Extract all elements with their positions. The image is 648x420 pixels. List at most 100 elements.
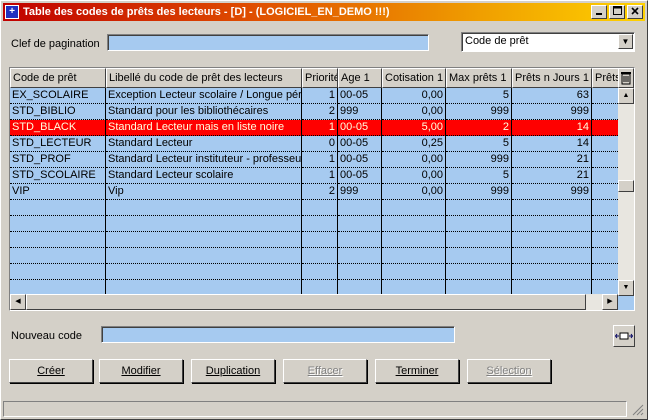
table-cell[interactable]: Exception Lecteur scolaire / Longue pér	[106, 88, 302, 104]
table-row[interactable]	[10, 264, 624, 280]
table-cell[interactable]	[10, 248, 106, 264]
table-cell[interactable]	[446, 248, 512, 264]
new-code-input[interactable]	[101, 326, 455, 343]
table-cell[interactable]	[382, 200, 446, 216]
table-cell[interactable]	[106, 200, 302, 216]
column-header[interactable]: Cotisation 1	[382, 68, 446, 88]
table-row[interactable]: EX_SCOLAIRE Exception Lecteur scolaire / …	[10, 88, 624, 104]
table-row[interactable]: STD_LECTEUR Standard Lecteur 0 00-05 0,25 5 14	[10, 136, 624, 152]
table-cell[interactable]: 0,00	[382, 88, 446, 104]
table-cell[interactable]	[382, 216, 446, 232]
table-cell[interactable]: 1	[302, 88, 338, 104]
table-row[interactable]: STD_BLACK Standard Lecteur mais en liste …	[10, 120, 624, 136]
table-cell[interactable]	[10, 264, 106, 280]
table-cell[interactable]	[512, 200, 592, 216]
table-cell[interactable]	[382, 264, 446, 280]
table-row[interactable]: STD_PROF Standard Lecteur instituteur - p…	[10, 152, 624, 168]
table-cell[interactable]: 5	[446, 168, 512, 184]
table-cell[interactable]	[446, 264, 512, 280]
table-cell[interactable]: 0,00	[382, 104, 446, 120]
table-cell[interactable]: 14	[512, 120, 592, 136]
table-cell[interactable]	[302, 216, 338, 232]
table-cell[interactable]: 21	[512, 168, 592, 184]
table-cell[interactable]	[382, 232, 446, 248]
table-cell[interactable]: 1	[302, 168, 338, 184]
table-cell[interactable]: Standard pour les bibliothécaires	[106, 104, 302, 120]
table-cell[interactable]: 00-05	[338, 168, 382, 184]
table-cell[interactable]	[446, 216, 512, 232]
table-cell[interactable]	[338, 248, 382, 264]
pagination-input[interactable]	[107, 34, 429, 51]
table-cell[interactable]: 0,00	[382, 184, 446, 200]
modify-button[interactable]: Modifier	[99, 359, 183, 383]
table-cell[interactable]: 00-05	[338, 152, 382, 168]
table-cell[interactable]: 999	[338, 184, 382, 200]
table-cell[interactable]: 14	[512, 136, 592, 152]
app-icon[interactable]: +	[5, 5, 19, 19]
vertical-scrollbar[interactable]: ▲ ▼	[618, 88, 634, 296]
table-row[interactable]	[10, 200, 624, 216]
table-cell[interactable]: 2	[302, 104, 338, 120]
table-cell[interactable]	[338, 264, 382, 280]
scroll-down-button[interactable]: ▼	[618, 280, 634, 296]
delete-button[interactable]: Effacer	[283, 359, 367, 383]
table-cell[interactable]	[338, 200, 382, 216]
table-cell[interactable]: 999	[446, 152, 512, 168]
table-cell[interactable]	[10, 216, 106, 232]
table-cell[interactable]: Standard Lecteur scolaire	[106, 168, 302, 184]
table-cell[interactable]: 2	[446, 120, 512, 136]
table-cell[interactable]	[10, 232, 106, 248]
chevron-down-icon[interactable]: ▼	[618, 34, 633, 49]
table-cell[interactable]	[106, 216, 302, 232]
table-cell[interactable]: 00-05	[338, 136, 382, 152]
column-header[interactable]: Priorité	[302, 68, 338, 88]
column-chooser-button[interactable]	[618, 68, 634, 88]
scroll-right-button[interactable]: ▶	[602, 294, 618, 310]
table-cell[interactable]: 00-05	[338, 88, 382, 104]
table-cell[interactable]: Standard Lecteur instituteur - professeu…	[106, 152, 302, 168]
table-cell[interactable]: STD_LECTEUR	[10, 136, 106, 152]
table-cell[interactable]	[106, 264, 302, 280]
table-cell[interactable]: STD_BIBLIO	[10, 104, 106, 120]
sort-select[interactable]: Code de prêt ▼	[461, 32, 635, 52]
table-cell[interactable]: Standard Lecteur	[106, 136, 302, 152]
table-cell[interactable]: 999	[512, 184, 592, 200]
table-cell[interactable]	[106, 232, 302, 248]
select-button[interactable]: Sélection	[467, 359, 551, 383]
table-cell[interactable]: 1	[302, 120, 338, 136]
table-cell[interactable]: 0,00	[382, 168, 446, 184]
table-cell[interactable]	[512, 232, 592, 248]
table-cell[interactable]	[302, 232, 338, 248]
column-header[interactable]: Max prêts 1	[446, 68, 512, 88]
resize-grip[interactable]	[629, 401, 645, 417]
expand-button[interactable]	[613, 325, 635, 347]
table-row[interactable]	[10, 232, 624, 248]
table-cell[interactable]	[512, 264, 592, 280]
table-cell[interactable]: 5,00	[382, 120, 446, 136]
scroll-up-button[interactable]: ▲	[618, 88, 634, 104]
table-cell[interactable]: 999	[338, 104, 382, 120]
scroll-left-button[interactable]: ◀	[10, 294, 26, 310]
table-cell[interactable]	[512, 248, 592, 264]
table-cell[interactable]: VIP	[10, 184, 106, 200]
table-cell[interactable]	[302, 200, 338, 216]
table-cell[interactable]: Standard Lecteur mais en liste noire	[106, 120, 302, 136]
table-cell[interactable]	[338, 216, 382, 232]
maximize-button[interactable]	[609, 5, 625, 19]
table-cell[interactable]	[10, 200, 106, 216]
column-header[interactable]: Libellé du code de prêt des lecteurs	[106, 68, 302, 88]
table-row[interactable]: STD_SCOLAIRE Standard Lecteur scolaire 1 00…	[10, 168, 624, 184]
table-cell[interactable]: 999	[446, 104, 512, 120]
table-cell[interactable]: 0,00	[382, 152, 446, 168]
table-cell[interactable]: EX_SCOLAIRE	[10, 88, 106, 104]
table-cell[interactable]: 5	[446, 136, 512, 152]
create-button[interactable]: Créer	[9, 359, 93, 383]
table-cell[interactable]: STD_PROF	[10, 152, 106, 168]
table-cell[interactable]: 999	[446, 184, 512, 200]
table-cell[interactable]	[512, 216, 592, 232]
finish-button[interactable]: Terminer	[375, 359, 459, 383]
table-cell[interactable]	[382, 248, 446, 264]
table-cell[interactable]: Vip	[106, 184, 302, 200]
table-cell[interactable]	[302, 248, 338, 264]
horizontal-scroll-thumb[interactable]	[26, 294, 586, 310]
